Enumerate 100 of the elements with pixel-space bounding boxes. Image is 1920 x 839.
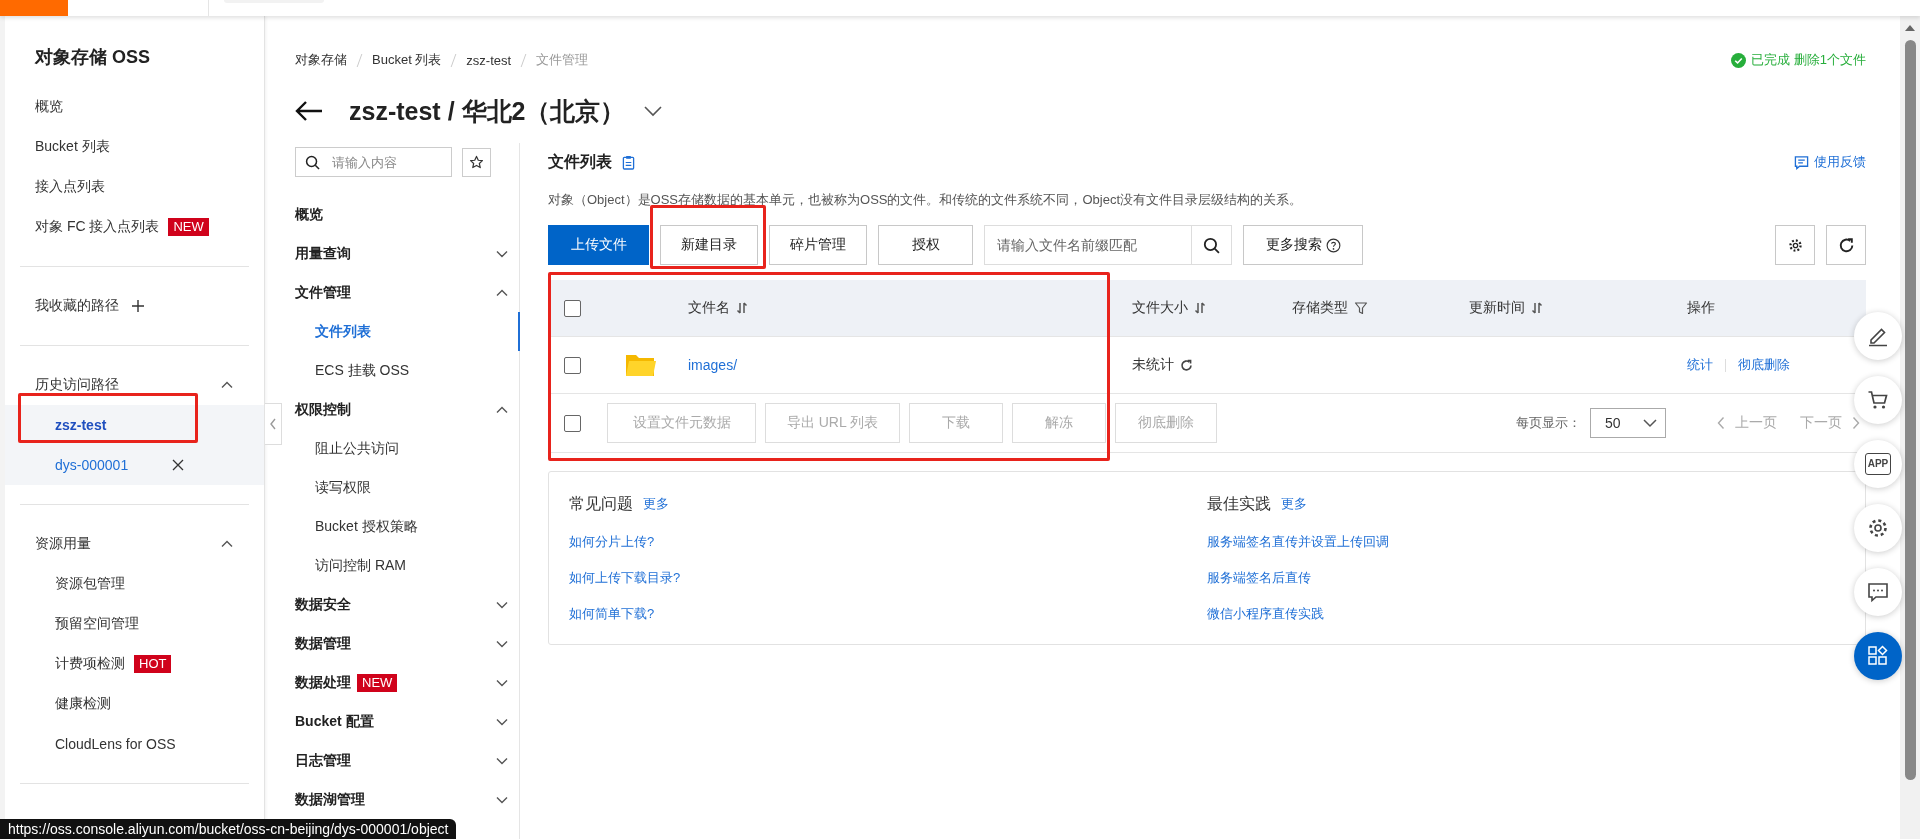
feedback-link[interactable]: 使用反馈 bbox=[1794, 153, 1866, 171]
sidebar-item-label[interactable]: 接入点列表 bbox=[35, 178, 105, 196]
nav-item[interactable]: ECS 挂载 OSS bbox=[295, 351, 520, 390]
page-size-label: 每页显示： bbox=[1516, 414, 1581, 432]
edit-tool-button[interactable] bbox=[1854, 312, 1902, 360]
nav-item[interactable]: 文件列表 bbox=[295, 312, 520, 351]
back-arrow-icon[interactable] bbox=[295, 100, 323, 122]
nav-group[interactable]: 文件管理 bbox=[295, 273, 519, 312]
apps-tool-button[interactable] bbox=[1854, 632, 1902, 680]
folder-icon bbox=[625, 352, 657, 378]
nav-group-label[interactable]: 数据管理 bbox=[295, 634, 351, 653]
chevron-down-icon[interactable] bbox=[643, 105, 664, 117]
nav-group-label[interactable]: 用量查询 bbox=[295, 244, 351, 263]
checkbox[interactable] bbox=[564, 414, 581, 432]
plus-icon[interactable] bbox=[131, 299, 145, 313]
history-item-label[interactable]: dys-000001 bbox=[55, 457, 129, 473]
nav-group-label[interactable]: 概览 bbox=[295, 205, 323, 224]
nav-group-label[interactable]: 数据安全 bbox=[295, 595, 351, 614]
search-icon bbox=[1203, 236, 1220, 254]
refresh-icon[interactable] bbox=[1180, 358, 1193, 372]
sidebar-item[interactable]: 概览 bbox=[5, 87, 264, 127]
nav-group[interactable]: 用量查询 bbox=[295, 234, 519, 273]
search-button[interactable] bbox=[1192, 225, 1232, 265]
nav-group[interactable]: 权限控制 bbox=[295, 390, 519, 429]
sidebar-item-label[interactable]: 对象 FC 接入点列表 bbox=[35, 218, 160, 236]
settings-tool-button[interactable] bbox=[1854, 504, 1902, 552]
page-size-select[interactable]: 50 bbox=[1590, 408, 1666, 438]
history-item[interactable]: dys-000001 bbox=[5, 445, 264, 485]
help-title: 常见问题 bbox=[569, 493, 633, 514]
sort-icon[interactable] bbox=[1531, 301, 1543, 315]
nav-group-label[interactable]: 数据湖管理 bbox=[295, 790, 365, 809]
settings-button[interactable] bbox=[1775, 225, 1815, 265]
nav-group[interactable]: 日志管理 bbox=[295, 741, 519, 780]
nav-item[interactable]: 访问控制 RAM bbox=[295, 546, 520, 585]
file-name-link[interactable]: images/ bbox=[688, 357, 738, 373]
collapse-handle[interactable] bbox=[265, 403, 282, 445]
action-link[interactable]: 统计 bbox=[1687, 356, 1713, 374]
sidebar-item[interactable]: Bucket 列表 bbox=[5, 127, 264, 167]
checkbox[interactable] bbox=[564, 356, 581, 374]
more-link[interactable]: 更多 bbox=[1281, 495, 1307, 513]
toolbar-button[interactable]: 碎片管理 bbox=[769, 225, 867, 265]
scrollbar[interactable] bbox=[1900, 16, 1920, 839]
sidebar-item[interactable]: 计费项检测 bbox=[55, 655, 125, 673]
checkbox[interactable] bbox=[564, 299, 581, 317]
chat-icon bbox=[1867, 581, 1889, 603]
clipboard-icon[interactable] bbox=[622, 154, 635, 170]
nav-group[interactable]: 数据安全 bbox=[295, 585, 519, 624]
column-header: 文件名 bbox=[688, 299, 730, 317]
sidebar-item[interactable]: 接入点列表 bbox=[5, 167, 264, 207]
nav-group-label[interactable]: 文件管理 bbox=[295, 283, 351, 302]
nav-group[interactable]: 概览 bbox=[295, 195, 519, 234]
app-tool-button[interactable]: APP bbox=[1854, 440, 1902, 488]
search-field[interactable]: 请输入内容 bbox=[295, 147, 452, 177]
nav-group[interactable]: 数据处理 NEW bbox=[295, 663, 519, 702]
sort-icon[interactable] bbox=[1194, 301, 1206, 315]
nav-group[interactable]: 数据湖管理 bbox=[295, 780, 519, 819]
table-cell: 未统计 bbox=[1132, 356, 1174, 374]
nav-group-label[interactable]: 数据处理 bbox=[295, 673, 351, 692]
sort-icon[interactable] bbox=[736, 301, 748, 315]
nav-item[interactable]: Bucket 授权策略 bbox=[295, 507, 520, 546]
chat-tool-button[interactable] bbox=[1854, 568, 1902, 616]
toolbar-button[interactable]: 新建目录 bbox=[660, 225, 758, 265]
nav-item[interactable]: 阻止公共访问 bbox=[295, 429, 520, 468]
history-item[interactable]: zsz-test bbox=[5, 405, 264, 445]
nav-item[interactable]: 读写权限 bbox=[295, 468, 520, 507]
refresh-button[interactable] bbox=[1826, 225, 1866, 265]
help-link[interactable]: 如何简单下载? bbox=[569, 605, 655, 623]
sidebar-item-label[interactable]: Bucket 列表 bbox=[35, 138, 110, 156]
upload-button[interactable]: 上传文件 bbox=[548, 225, 649, 265]
help-link[interactable]: 如何分片上传? bbox=[569, 533, 655, 551]
breadcrumb-item[interactable]: Bucket 列表 bbox=[372, 51, 442, 69]
more-link[interactable]: 更多 bbox=[643, 495, 669, 513]
scroll-up-arrow-icon[interactable] bbox=[1904, 24, 1916, 32]
sidebar-item[interactable]: CloudLens for OSS bbox=[55, 736, 176, 752]
favorite-button[interactable] bbox=[462, 147, 491, 177]
toolbar-button[interactable]: 授权 bbox=[878, 225, 973, 265]
help-link[interactable]: 微信小程序直传实践 bbox=[1207, 605, 1324, 623]
breadcrumb-item[interactable]: 对象存储 bbox=[295, 51, 347, 69]
help-link[interactable]: 服务端签名直传并设置上传回调 bbox=[1207, 533, 1389, 551]
help-link[interactable]: 如何上传下载目录? bbox=[569, 569, 681, 587]
more-search-button[interactable]: 更多搜索 bbox=[1243, 225, 1363, 265]
close-icon[interactable] bbox=[172, 459, 184, 471]
nav-group-label[interactable]: 日志管理 bbox=[295, 751, 351, 770]
sidebar-item[interactable]: 健康检测 bbox=[55, 695, 111, 713]
sidebar-item[interactable]: 资源包管理 bbox=[55, 575, 125, 593]
refresh-icon bbox=[1837, 236, 1855, 254]
action-link[interactable]: 彻底删除 bbox=[1738, 356, 1790, 374]
sidebar-item-label[interactable]: 概览 bbox=[35, 98, 63, 116]
help-link[interactable]: 服务端签名后直传 bbox=[1207, 569, 1311, 587]
nav-group-label[interactable]: 权限控制 bbox=[295, 400, 351, 419]
search-field[interactable]: 请输入文件名前缀匹配 bbox=[984, 225, 1192, 265]
sidebar-item[interactable]: 预留空间管理 bbox=[55, 615, 139, 633]
sidebar-item[interactable]: 对象 FC 接入点列表 NEW bbox=[5, 207, 264, 247]
nav-group[interactable]: 数据管理 bbox=[295, 624, 519, 663]
history-item-label[interactable]: zsz-test bbox=[55, 417, 107, 433]
nav-group[interactable]: Bucket 配置 bbox=[295, 702, 519, 741]
filter-icon[interactable] bbox=[1354, 301, 1368, 315]
nav-group-label[interactable]: Bucket 配置 bbox=[295, 712, 374, 731]
breadcrumb-item[interactable]: zsz-test bbox=[466, 52, 512, 68]
cart-tool-button[interactable] bbox=[1854, 376, 1902, 424]
